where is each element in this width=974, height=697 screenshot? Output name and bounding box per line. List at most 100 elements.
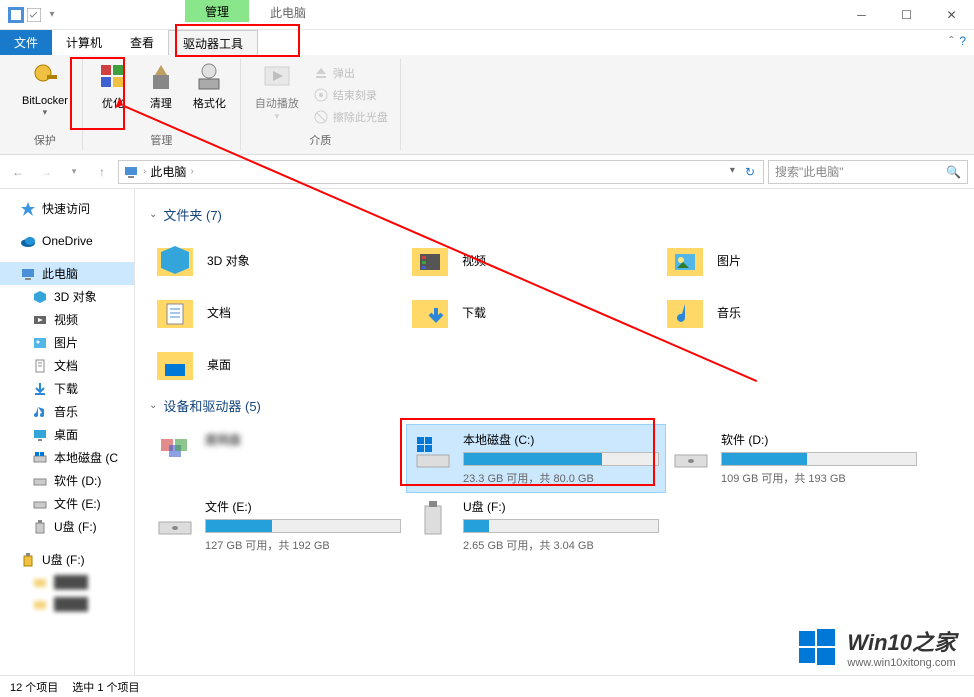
drive-usage-bar bbox=[463, 452, 659, 466]
cleanup-icon bbox=[145, 61, 177, 93]
nav-sidebar[interactable]: 快速访问 OneDrive 此电脑 3D 对象 视频 图片 文档 bbox=[0, 189, 135, 675]
sidebar-software-d[interactable]: 软件 (D:) bbox=[0, 469, 134, 492]
drive-icon bbox=[671, 431, 711, 471]
folder-icon bbox=[32, 596, 48, 612]
drive-stats: 23.3 GB 可用，共 80.0 GB bbox=[463, 470, 659, 486]
folder-downloads[interactable]: 下载 bbox=[404, 286, 659, 338]
refresh-icon[interactable]: ↻ bbox=[741, 165, 759, 179]
section-devices[interactable]: ⌄ 设备和驱动器 (5) bbox=[149, 396, 960, 415]
folder-desktop[interactable]: 桌面 bbox=[149, 338, 404, 390]
format-icon bbox=[193, 61, 225, 93]
erase-disc-button[interactable]: 擦除此光盘 bbox=[309, 107, 392, 127]
eject-button[interactable]: 弹出 bbox=[309, 63, 392, 83]
maximize-button[interactable]: ☐ bbox=[884, 0, 929, 30]
usb-icon bbox=[32, 519, 48, 535]
sidebar-desktop[interactable]: 桌面 bbox=[0, 423, 134, 446]
drive-stats: 2.65 GB 可用，共 3.04 GB bbox=[463, 537, 659, 553]
group-protect-label: 保护 bbox=[34, 130, 56, 150]
drive-software-d[interactable]: 软件 (D:) 109 GB 可用，共 193 GB bbox=[665, 425, 923, 492]
sidebar-udisk-f[interactable]: U盘 (F:) bbox=[0, 515, 134, 538]
sidebar-local-disk-c[interactable]: 本地磁盘 (C bbox=[0, 446, 134, 469]
desktop-folder-icon bbox=[153, 342, 197, 386]
cube-icon bbox=[153, 238, 197, 282]
bitlocker-icon bbox=[29, 61, 61, 93]
drive-cloud[interactable]: 度网盘 bbox=[149, 425, 407, 492]
optimize-button[interactable]: 优化 bbox=[91, 59, 135, 113]
tab-file[interactable]: 文件 bbox=[0, 30, 52, 55]
drive-icon bbox=[32, 496, 48, 512]
picture-folder-icon bbox=[663, 238, 707, 282]
nav-up-button[interactable]: ↑ bbox=[90, 160, 114, 184]
nav-back-button[interactable]: ← bbox=[6, 160, 30, 184]
dropdown-icon: ▾ bbox=[43, 107, 48, 118]
nav-recent-button[interactable]: ▾ bbox=[62, 160, 86, 184]
music-icon bbox=[32, 404, 48, 420]
cleanup-button[interactable]: 清理 bbox=[139, 59, 183, 113]
format-button[interactable]: 格式化 bbox=[187, 59, 232, 113]
context-tab-manage: 管理 bbox=[185, 0, 249, 22]
sidebar-quick-access[interactable]: 快速访问 bbox=[0, 197, 134, 220]
drive-label: 度网盘 bbox=[205, 431, 401, 448]
folder-pictures[interactable]: 图片 bbox=[659, 234, 914, 286]
drive-local-c[interactable]: 本地磁盘 (C:) 23.3 GB 可用，共 80.0 GB bbox=[407, 425, 665, 492]
nav-forward-button[interactable]: → bbox=[34, 160, 58, 184]
breadcrumb-sep-icon[interactable]: › bbox=[190, 166, 193, 177]
drive-usage-bar bbox=[463, 519, 659, 533]
sidebar-music[interactable]: 音乐 bbox=[0, 400, 134, 423]
sidebar-documents[interactable]: 文档 bbox=[0, 354, 134, 377]
sidebar-3d-objects[interactable]: 3D 对象 bbox=[0, 285, 134, 308]
sidebar-videos[interactable]: 视频 bbox=[0, 308, 134, 331]
tab-drive-tools[interactable]: 驱动器工具 bbox=[168, 30, 258, 55]
sidebar-blur-item[interactable]: ████ bbox=[0, 571, 134, 593]
ribbon-collapse-icon[interactable]: ˆ bbox=[949, 34, 953, 48]
chevron-down-icon: ⌄ bbox=[149, 400, 157, 411]
drive-files-e[interactable]: 文件 (E:) 127 GB 可用，共 192 GB bbox=[149, 492, 407, 559]
document-folder-icon bbox=[153, 290, 197, 334]
folder-documents[interactable]: 文档 bbox=[149, 286, 404, 338]
content-pane[interactable]: ⌄ 文件夹 (7) 3D 对象 视频 图片 文档 下载 bbox=[135, 189, 974, 675]
address-dropdown-icon[interactable]: ▾ bbox=[726, 165, 739, 179]
drive-usage-bar bbox=[721, 452, 917, 466]
sidebar-pictures[interactable]: 图片 bbox=[0, 331, 134, 354]
music-folder-icon bbox=[663, 290, 707, 334]
section-folders[interactable]: ⌄ 文件夹 (7) bbox=[149, 205, 960, 224]
sidebar-blur-item[interactable]: ████ bbox=[0, 593, 134, 615]
tab-view[interactable]: 查看 bbox=[116, 30, 168, 55]
eject-icon bbox=[313, 65, 329, 81]
autoplay-button[interactable]: 自动播放 ▾ bbox=[249, 59, 305, 124]
finish-burn-button[interactable]: 结束刻录 bbox=[309, 85, 392, 105]
search-icon[interactable]: 🔍 bbox=[946, 165, 961, 179]
drive-label: 文件 (E:) bbox=[205, 498, 401, 515]
sidebar-onedrive[interactable]: OneDrive bbox=[0, 230, 134, 252]
folder-icon bbox=[32, 574, 48, 590]
burn-icon bbox=[313, 87, 329, 103]
help-icon[interactable]: ? bbox=[959, 34, 966, 48]
bitlocker-button[interactable]: BitLocker ▾ bbox=[16, 59, 74, 120]
watermark-title: Win10之家 bbox=[847, 625, 956, 657]
sidebar-downloads[interactable]: 下载 bbox=[0, 377, 134, 400]
search-placeholder: 搜索"此电脑" bbox=[775, 163, 844, 180]
sidebar-udisk-f2[interactable]: U盘 (F:) bbox=[0, 548, 134, 571]
search-input[interactable]: 搜索"此电脑" 🔍 bbox=[768, 160, 968, 184]
download-icon bbox=[32, 381, 48, 397]
drive-udisk-f[interactable]: U盘 (F:) 2.65 GB 可用，共 3.04 GB bbox=[407, 492, 665, 559]
minimize-button[interactable]: ─ bbox=[839, 0, 884, 30]
status-item-count: 12 个项目 bbox=[10, 679, 58, 695]
drive-label: 本地磁盘 (C:) bbox=[463, 431, 659, 448]
tab-computer[interactable]: 计算机 bbox=[52, 30, 116, 55]
address-bar[interactable]: › 此电脑 › ▾ ↻ bbox=[118, 160, 764, 184]
breadcrumb-sep-icon[interactable]: › bbox=[143, 166, 146, 177]
sidebar-this-pc[interactable]: 此电脑 bbox=[0, 262, 134, 285]
folder-videos[interactable]: 视频 bbox=[404, 234, 659, 286]
qat-dropdown-icon[interactable]: ▾ bbox=[44, 7, 60, 23]
breadcrumb-this-pc[interactable]: 此电脑 bbox=[150, 163, 186, 180]
video-icon bbox=[32, 312, 48, 328]
drive-icon bbox=[155, 498, 195, 538]
folder-3d-objects[interactable]: 3D 对象 bbox=[149, 234, 404, 286]
win10-logo-icon bbox=[797, 627, 837, 667]
sidebar-files-e[interactable]: 文件 (E:) bbox=[0, 492, 134, 515]
cloud-drive-icon bbox=[155, 431, 195, 471]
folder-music[interactable]: 音乐 bbox=[659, 286, 914, 338]
close-button[interactable]: ✕ bbox=[929, 0, 974, 30]
qat-properties-icon[interactable] bbox=[26, 7, 42, 23]
